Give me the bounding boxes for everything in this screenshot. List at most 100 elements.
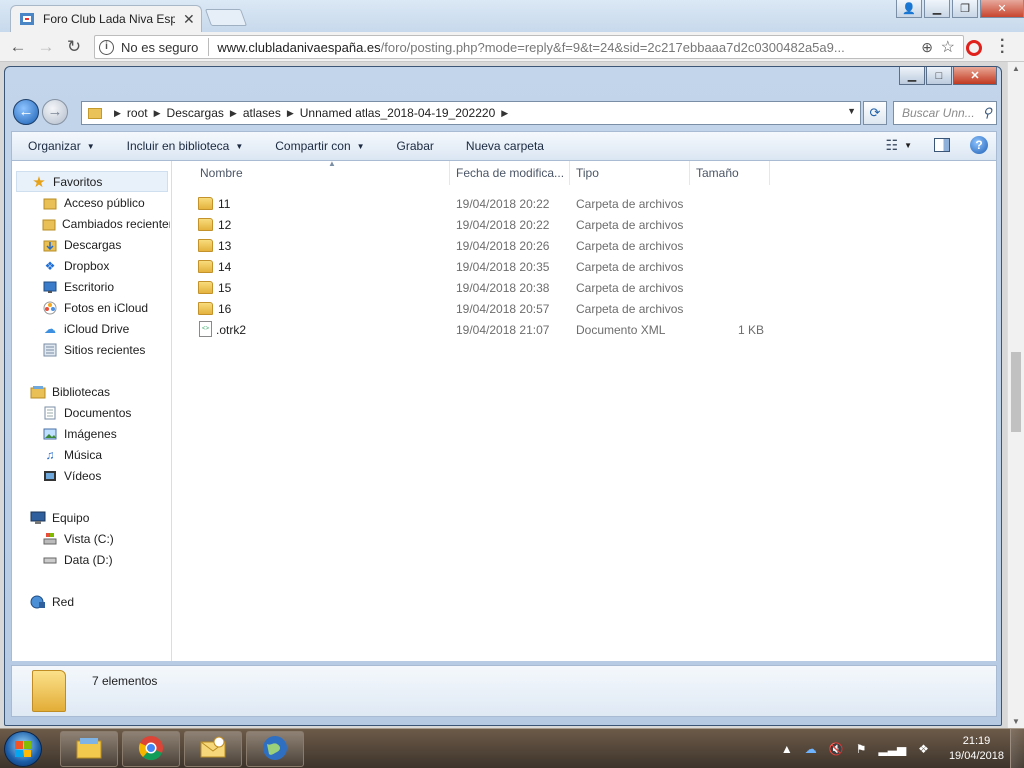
back-arrow-icon[interactable]: ← [8, 38, 28, 56]
view-options-icon[interactable]: ☷ [886, 137, 899, 154]
forward-arrow-icon[interactable]: → [36, 38, 56, 56]
start-button[interactable] [4, 731, 42, 767]
nav-item-fotos-icloud[interactable]: Fotos en iCloud [42, 297, 148, 318]
action-center-flag-icon[interactable]: ⚑ [856, 742, 867, 756]
scroll-up-icon[interactable]: ▲ [1012, 64, 1020, 73]
table-row[interactable]: 11 19/04/2018 20:22 Carpeta de archivos [178, 194, 778, 215]
breadcrumb-item[interactable]: Descargas [167, 106, 224, 120]
nav-item-escritorio[interactable]: Escritorio [42, 276, 114, 297]
burn-label: Grabar [396, 139, 434, 153]
scroll-down-icon[interactable]: ▼ [1012, 717, 1020, 726]
explorer-minimize-button[interactable]: ▁ [899, 67, 925, 85]
nav-libraries[interactable]: Bibliotecas [30, 381, 110, 402]
refresh-button[interactable]: ⟳ [863, 101, 887, 125]
share-button[interactable]: Compartir con ▼ [259, 139, 380, 153]
chevron-right-icon[interactable]: ▶ [501, 108, 508, 119]
column-header-size[interactable]: Tamaño [690, 161, 770, 185]
nav-item-data-d[interactable]: Data (D:) [42, 549, 113, 570]
nav-computer[interactable]: Equipo [30, 507, 89, 528]
column-header-type[interactable]: Tipo [570, 161, 690, 185]
volume-muted-icon[interactable]: 🔇 [829, 742, 844, 756]
explorer-back-button[interactable]: ← [13, 99, 39, 125]
chevron-right-icon[interactable]: ▶ [154, 108, 161, 119]
bookmark-star-icon[interactable]: ☆ [941, 37, 955, 57]
nav-item-imagenes[interactable]: Imágenes [42, 423, 117, 444]
table-row[interactable]: 14 19/04/2018 20:35 Carpeta de archivos [178, 257, 778, 278]
opera-extension-icon[interactable] [966, 40, 982, 56]
dropbox-tray-icon[interactable]: ❖ [918, 742, 929, 756]
tab-close-icon[interactable]: ✕ [183, 11, 195, 28]
breadcrumb-item[interactable]: atlases [243, 106, 281, 120]
new-tab-button[interactable] [204, 9, 248, 26]
reload-icon[interactable]: ↻ [64, 38, 84, 56]
address-bar[interactable]: i No es seguro www.clubladanivaespaña.es… [94, 35, 964, 59]
nav-item-dropbox[interactable]: ❖ Dropbox [42, 255, 110, 276]
menu-kebab-icon[interactable]: · · · [1000, 33, 1006, 61]
nav-item-sitios-recientes[interactable]: Sitios recientes [42, 339, 145, 360]
minimize-button[interactable]: ▁ [924, 0, 950, 18]
zoom-icon[interactable]: ⊕ [921, 39, 933, 56]
table-row[interactable]: 15 19/04/2018 20:38 Carpeta de archivos [178, 278, 778, 299]
explorer-maximize-button[interactable]: □ [926, 67, 952, 85]
column-header-date[interactable]: Fecha de modifica... [450, 161, 570, 185]
clock-time: 21:19 [962, 735, 991, 747]
preview-pane-icon[interactable] [934, 138, 950, 152]
table-row[interactable]: 12 19/04/2018 20:22 Carpeta de archivos [178, 215, 778, 236]
nav-label: Vídeos [64, 468, 102, 483]
view-controls: ☷ ▼ ? [886, 136, 988, 154]
nav-item-descargas[interactable]: Descargas [42, 234, 121, 255]
chevron-right-icon[interactable]: ▶ [114, 108, 121, 119]
clock[interactable]: 21:19 19/04/2018 [949, 734, 1004, 764]
scroll-thumb[interactable] [1011, 352, 1021, 432]
show-hidden-icons-icon[interactable]: ▲ [781, 742, 793, 756]
breadcrumb[interactable]: ▶ root ▶ Descargas ▶ atlases ▶ Unnamed a… [81, 101, 861, 125]
explorer-forward-button[interactable]: → [42, 99, 68, 125]
pictures-icon [42, 426, 58, 442]
nav-item-icloud-drive[interactable]: ☁ iCloud Drive [42, 318, 129, 339]
burn-button[interactable]: Grabar [381, 139, 450, 153]
search-input[interactable]: Buscar Unn... ⚲ [893, 101, 997, 125]
nav-item-videos[interactable]: Vídeos [42, 465, 101, 486]
chevron-down-icon[interactable]: ▼ [847, 106, 856, 116]
taskbar-explorer-button[interactable] [60, 731, 118, 767]
icloud-tray-icon[interactable]: ☁ [805, 742, 817, 756]
nav-label: Bibliotecas [52, 384, 111, 399]
show-desktop-button[interactable] [1010, 729, 1024, 768]
search-icon[interactable]: ⚲ [982, 105, 992, 121]
nav-label: Descargas [64, 237, 122, 252]
taskbar-mail-button[interactable] [184, 731, 242, 767]
organize-button[interactable]: Organizar ▼ [12, 139, 111, 153]
nav-network[interactable]: Red [30, 591, 74, 612]
file-date: 19/04/2018 20:57 [456, 302, 550, 316]
chevron-right-icon[interactable]: ▶ [287, 108, 294, 119]
table-row[interactable]: <> .otrk2 19/04/2018 21:07 Documento XML… [178, 320, 778, 341]
help-icon[interactable]: ? [970, 136, 988, 154]
breadcrumb-item[interactable]: Unnamed atlas_2018-04-19_202220 [300, 106, 496, 120]
nav-item-cambiados-recientemente[interactable]: Cambiados recientemente [42, 213, 170, 234]
info-icon[interactable]: i [99, 39, 114, 55]
breadcrumb-item[interactable]: root [127, 106, 148, 120]
close-button[interactable]: ✕ [980, 0, 1024, 18]
column-header-name[interactable]: Nombre ▲ [194, 159, 450, 185]
new-folder-button[interactable]: Nueva carpeta [450, 139, 560, 153]
user-profile-icon[interactable]: 👤 [896, 0, 922, 18]
chevron-right-icon[interactable]: ▶ [230, 108, 237, 119]
nav-item-documentos[interactable]: Documentos [42, 402, 131, 423]
nav-favorites[interactable]: ★ Favoritos [16, 171, 168, 192]
table-row[interactable]: 13 19/04/2018 20:26 Carpeta de archivos [178, 236, 778, 257]
nav-item-acceso-publico[interactable]: Acceso público [42, 192, 145, 213]
table-row[interactable]: 16 19/04/2018 20:57 Carpeta de archivos [178, 299, 778, 320]
restore-button[interactable]: ❐ [952, 0, 978, 18]
page-scrollbar[interactable]: ▲ ▼ [1007, 62, 1024, 728]
chevron-down-icon[interactable]: ▼ [904, 141, 912, 150]
nav-item-musica[interactable]: ♫ Música [42, 444, 103, 465]
taskbar-chrome-button[interactable] [122, 731, 180, 767]
taskbar-globe-button[interactable] [246, 731, 304, 767]
nav-item-vista-c[interactable]: Vista (C:) [42, 528, 114, 549]
include-library-button[interactable]: Incluir en biblioteca ▼ [111, 139, 260, 153]
browser-tab[interactable]: Foro Club Lada Niva Espa ✕ [10, 5, 202, 32]
details-pane: 7 elementos [11, 665, 997, 717]
network-signal-icon[interactable]: ▂▃▅ [878, 742, 906, 756]
explorer-close-button[interactable]: ✕ [953, 67, 997, 85]
explorer-command-bar: Organizar ▼ Incluir en biblioteca ▼ Compar… [11, 131, 997, 161]
